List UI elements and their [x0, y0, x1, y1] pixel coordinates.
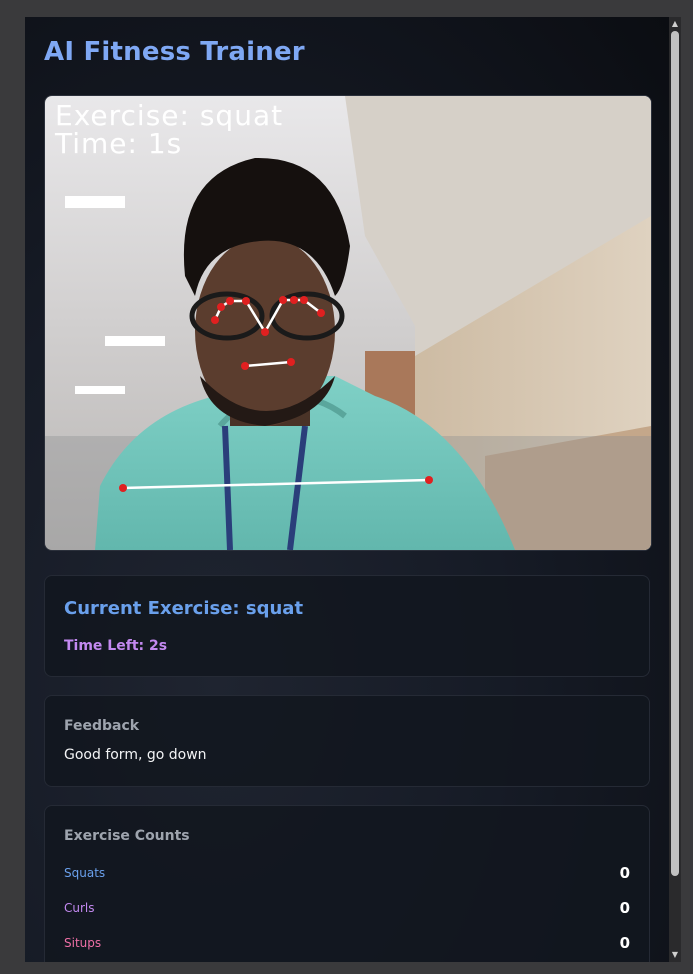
keypoint [287, 358, 295, 366]
feedback-card: Feedback Good form, go down [44, 695, 650, 787]
count-value: 0 [619, 934, 630, 952]
current-exercise-card: Current Exercise: squat Time Left: 2s [44, 575, 650, 677]
count-value: 0 [619, 864, 630, 882]
count-label: Curls [64, 901, 95, 915]
chevron-down-icon[interactable]: ▼ [669, 948, 681, 962]
count-label: Situps [64, 936, 102, 950]
keypoint [217, 303, 225, 311]
chevron-up-icon[interactable]: ▲ [669, 17, 681, 31]
keypoint [242, 297, 250, 305]
feedback-text: Good form, go down [64, 747, 207, 763]
keypoint [425, 476, 433, 484]
webcam-feed: Exercise: squat Time: 1s [44, 95, 652, 551]
current-exercise-title: Current Exercise: squat [64, 598, 304, 619]
keypoint [290, 296, 298, 304]
time-left-label: Time Left: 2s [64, 638, 168, 654]
keypoint [317, 309, 325, 317]
overlay-exercise-label: Exercise: squat [55, 99, 284, 132]
feedback-heading: Feedback [64, 718, 140, 734]
ceiling-light [75, 386, 125, 394]
keypoint [226, 297, 234, 305]
keypoint [261, 328, 269, 336]
keypoint [241, 362, 249, 370]
count-row-situps: Situps 0 [64, 934, 630, 954]
vertical-scrollbar[interactable]: ▲ ▼ [669, 17, 681, 962]
webcam-frame [45, 96, 651, 550]
exercise-counts-card: Exercise Counts Squats 0 Curls 0 Situps … [44, 805, 650, 962]
count-label: Squats [64, 866, 106, 880]
ceiling-light [65, 196, 125, 208]
overlay-time-label: Time: 1s [55, 127, 183, 160]
keypoint [211, 316, 219, 324]
keypoint [300, 296, 308, 304]
count-row-curls: Curls 0 [64, 899, 630, 919]
scrollbar-thumb[interactable] [671, 31, 679, 876]
count-row-squats: Squats 0 [64, 864, 630, 884]
app-window: AI Fitness Trainer Exercise: squat Time:… [25, 17, 669, 962]
page-title: AI Fitness Trainer [44, 37, 305, 67]
counts-heading: Exercise Counts [64, 828, 190, 844]
ceiling-light [105, 336, 165, 346]
count-value: 0 [619, 899, 630, 917]
keypoint [279, 296, 287, 304]
keypoint [119, 484, 127, 492]
